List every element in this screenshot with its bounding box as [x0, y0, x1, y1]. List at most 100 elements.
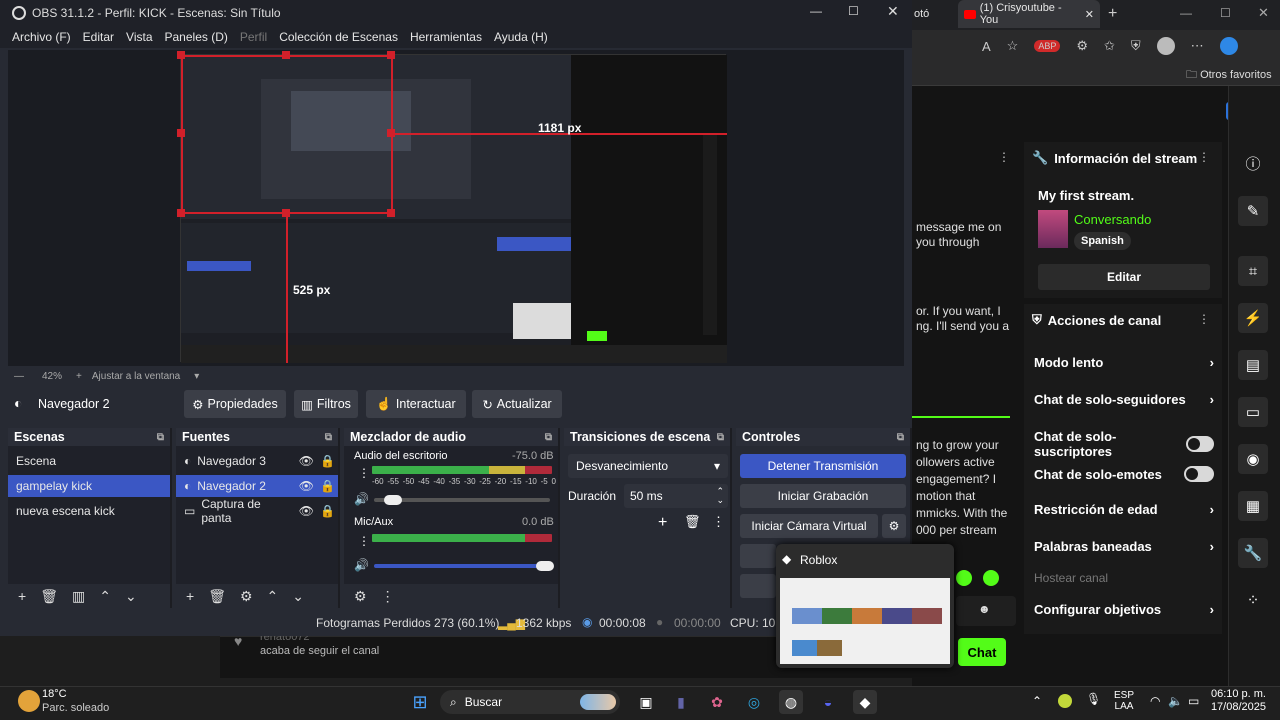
fit-to-window[interactable]: Ajustar a la ventana — [92, 371, 180, 382]
close-icon[interactable]: ✕ — [1085, 8, 1094, 21]
favorite-star-icon[interactable]: ☆ — [1007, 38, 1019, 54]
teams-icon[interactable]: ▮ — [669, 690, 693, 714]
pencil-icon[interactable]: ✎ — [1238, 196, 1268, 226]
edge-icon[interactable]: ◎ — [742, 690, 766, 714]
action-subs-only[interactable]: Chat de solo-suscriptores — [1034, 429, 1214, 459]
lock-icon[interactable]: 🔒 — [320, 479, 335, 493]
filter-icon[interactable]: ▥ — [72, 588, 85, 605]
maximize-icon[interactable]: ☐ — [848, 4, 859, 18]
roblox-taskbar-icon[interactable]: ◆ — [853, 690, 877, 714]
properties-button[interactable]: ⚙ Propiedades — [184, 390, 286, 418]
action-followers-only[interactable]: Chat de solo-seguidores › — [1034, 392, 1214, 407]
extensions-icon[interactable]: ⚙ — [1076, 38, 1088, 54]
shield-icon[interactable]: ⛨ — [1131, 38, 1141, 54]
eye-icon[interactable]: 👁 — [299, 504, 314, 518]
chevron-down-icon[interactable]: ▾ — [194, 371, 199, 382]
gear-icon[interactable]: ⚙ — [240, 588, 253, 605]
undock-icon[interactable]: ⧉ — [897, 432, 904, 443]
stop-streaming-button[interactable]: Detener Transmisión — [740, 454, 906, 478]
source-item-selected[interactable]: ◐ Navegador 2 👁 🔒 — [176, 475, 338, 497]
slider-handle[interactable] — [384, 495, 402, 505]
chevron-down-icon[interactable]: ⌄ — [125, 588, 137, 605]
language-indicator[interactable]: ESP LAA — [1114, 690, 1134, 712]
emote-icon[interactable] — [956, 570, 972, 586]
speaker-icon[interactable]: 🔊 — [354, 492, 369, 506]
channel-menu-icon[interactable]: ⋮ — [358, 466, 370, 480]
add-icon[interactable]: + — [186, 588, 194, 604]
action-age-restriction[interactable]: Restricción de edad › — [1034, 502, 1214, 517]
resize-handle[interactable] — [177, 129, 185, 137]
chevron-up-icon[interactable]: ⌃ — [99, 588, 111, 605]
chevron-up-icon[interactable]: ⌃ — [267, 588, 279, 605]
menu-docks[interactable]: Paneles (D) — [165, 30, 228, 44]
action-banned-words[interactable]: Palabras baneadas › — [1034, 539, 1214, 554]
scene-item[interactable]: Escena — [8, 450, 170, 472]
action-emotes-only[interactable]: Chat de solo-emotes — [1034, 466, 1214, 482]
source-item[interactable]: ▭ Captura de panta 👁 🔒 — [176, 497, 338, 525]
windows-start-icon[interactable]: ⊞ — [408, 690, 432, 714]
resize-handle[interactable] — [387, 209, 395, 217]
lock-icon[interactable]: 🔒 — [320, 454, 335, 468]
volume-icon[interactable]: 🔈 — [1168, 694, 1183, 708]
copilot-icon[interactable]: ✿ — [705, 690, 729, 714]
taskbar-search[interactable]: ⌕ Buscar — [440, 690, 620, 714]
battery-icon[interactable]: ▭ — [1188, 694, 1199, 708]
read-aloud-icon[interactable]: A — [982, 39, 991, 54]
undock-icon[interactable]: ⧉ — [157, 432, 164, 443]
close-window-icon[interactable]: ✕ — [1258, 5, 1269, 21]
adblock-icon[interactable]: ABP — [1034, 40, 1061, 52]
volume-slider[interactable] — [374, 564, 550, 568]
info-icon[interactable]: ⓘ — [1238, 148, 1268, 178]
resize-handle[interactable] — [177, 209, 185, 217]
studio-mode-button[interactable] — [740, 544, 776, 568]
scene-item[interactable]: nueva escena kick — [8, 500, 170, 522]
tab-youtube[interactable]: (1) Crisyoutube - You ✕ — [958, 0, 1100, 28]
undock-icon[interactable]: ⧉ — [325, 432, 332, 443]
transition-select[interactable]: Desvanecimiento ▾ — [568, 454, 728, 478]
resize-handle[interactable] — [387, 51, 395, 59]
menu-icon[interactable]: ⋮ — [712, 514, 725, 530]
minimize-icon[interactable]: — — [1180, 6, 1192, 20]
trash-icon[interactable]: 🗑 — [684, 514, 701, 530]
subs-only-toggle[interactable] — [1185, 436, 1214, 452]
menu-icon[interactable]: ⋮ — [381, 588, 395, 605]
menu-view[interactable]: Vista — [126, 30, 152, 44]
broadcast-icon[interactable]: ◉ — [1238, 444, 1268, 474]
tray-app-icon[interactable] — [1058, 694, 1072, 708]
resize-handle[interactable] — [177, 51, 185, 59]
layout-icon[interactable]: ▦ — [1238, 491, 1268, 521]
more-icon[interactable]: ⋯ — [1191, 38, 1204, 54]
chevron-down-icon[interactable]: ⌄ — [292, 588, 304, 605]
taskbar-preview-popup[interactable]: ◆ Roblox — [776, 544, 954, 668]
filters-button[interactable]: ▥ Filtros — [294, 390, 358, 418]
menu-help[interactable]: Ayuda (H) — [494, 30, 548, 44]
other-favorites[interactable]: 🗀 Otros favoritos — [1186, 66, 1272, 85]
action-slow-mode[interactable]: Modo lento › — [1034, 355, 1214, 370]
trash-icon[interactable]: 🗑 — [208, 588, 226, 605]
edit-button[interactable]: Editar — [1038, 264, 1210, 290]
wifi-icon[interactable]: ◠ — [1150, 694, 1160, 708]
emoji-icon[interactable]: ☻ — [978, 602, 991, 616]
obs-taskbar-icon[interactable]: ◍ — [779, 690, 803, 714]
chat-input[interactable]: ☻ — [956, 596, 1016, 626]
new-tab-icon[interactable]: + — [1108, 5, 1117, 23]
weather-icon[interactable] — [18, 690, 40, 712]
lightning-icon[interactable]: ⚡ — [1238, 303, 1268, 333]
menu-tools[interactable]: Herramientas — [410, 30, 482, 44]
tab-partial[interactable]: otó — [914, 0, 954, 28]
maximize-icon[interactable]: ☐ — [1220, 6, 1231, 20]
menu-file[interactable]: Archivo (F) — [12, 30, 71, 44]
trash-icon[interactable]: 🗑 — [40, 588, 58, 605]
scene-item-selected[interactable]: gampelay kick — [8, 475, 170, 497]
eye-icon[interactable]: 👁 — [299, 479, 314, 493]
panel-menu-icon[interactable]: ⋮ — [1198, 150, 1210, 164]
chat-menu-icon[interactable]: ⋮ — [998, 150, 1010, 164]
resize-handle[interactable] — [282, 51, 290, 59]
apps-icon[interactable]: ⁘ — [1238, 585, 1268, 615]
favorites-icon[interactable]: ✩ — [1104, 38, 1115, 54]
discord-icon[interactable]: ◒ — [816, 690, 840, 714]
chat-bubble-icon[interactable]: ▭ — [1238, 397, 1268, 427]
category-label[interactable]: Conversando — [1074, 212, 1151, 227]
interact-button[interactable]: ☝ Interactuar — [366, 390, 466, 418]
channel-menu-icon[interactable]: ⋮ — [358, 534, 370, 548]
